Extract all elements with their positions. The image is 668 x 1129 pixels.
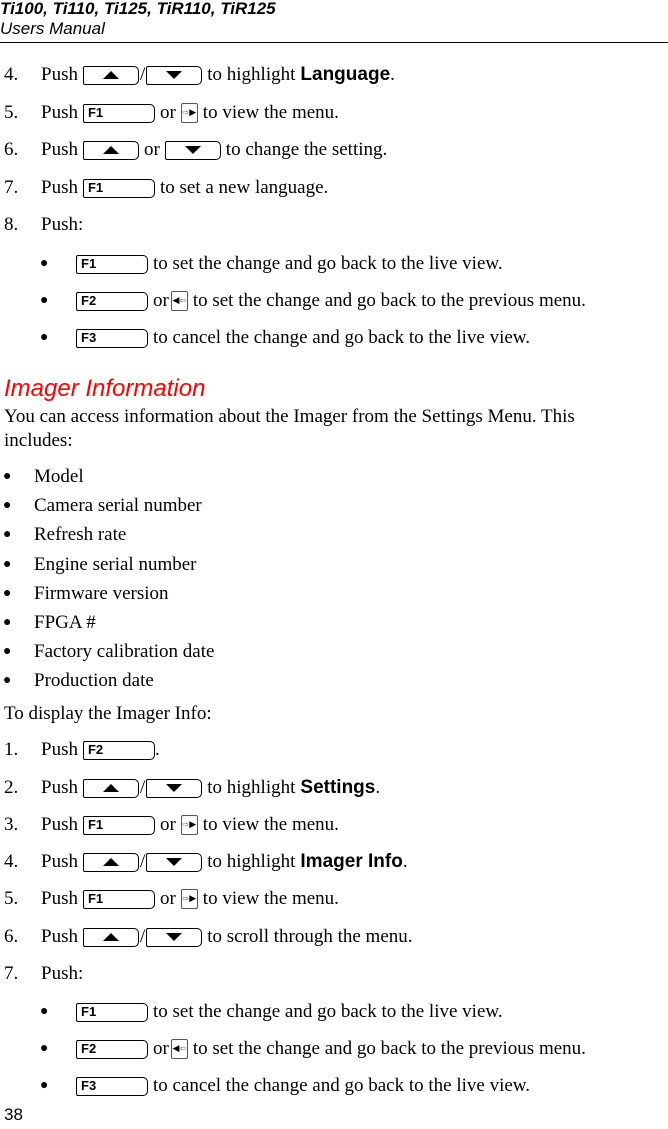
f1-key-icon: F1 xyxy=(82,178,155,198)
step-text: Push: xyxy=(41,963,84,984)
f2-key-icon: F2 xyxy=(76,291,148,311)
f1-key-icon: F1 xyxy=(82,889,155,909)
display-intro: To display the Imager Info: xyxy=(4,703,212,724)
down-arrow-key-icon xyxy=(146,927,203,947)
step-number: 5. xyxy=(4,102,19,123)
bullet-icon: ● xyxy=(40,1041,49,1056)
right-nav-key-icon: ⇨ ▶ xyxy=(180,103,198,123)
bullet-icon: ● xyxy=(3,557,12,572)
up-arrow-key-icon xyxy=(82,778,139,798)
step-text: Push: xyxy=(41,214,84,235)
manual-subtitle: Users Manual xyxy=(0,19,105,38)
option-text: to cancel the change and go back to the … xyxy=(153,1075,531,1096)
push-label: Push xyxy=(41,814,78,835)
up-arrow-key-icon xyxy=(82,852,139,872)
push-label: Push xyxy=(41,851,78,872)
menu-item-name: Settings xyxy=(300,777,376,798)
step-text: to change the setting. xyxy=(225,139,388,160)
bullet-icon: ● xyxy=(40,330,49,345)
f1-key-icon: F1 xyxy=(76,254,148,274)
bullet-icon: ● xyxy=(40,293,49,308)
step-number: 3. xyxy=(4,814,19,835)
right-nav-key-icon: ⇨ ▶ xyxy=(180,815,198,835)
step-text: to highlight xyxy=(207,851,296,872)
f1-key-icon: F1 xyxy=(82,103,155,123)
step-number: 7. xyxy=(4,177,19,198)
push-label: Push xyxy=(41,888,78,909)
step-number: 7. xyxy=(4,963,19,984)
f2-key-icon: F2 xyxy=(76,1039,148,1059)
step-number: 8. xyxy=(4,214,19,235)
push-label: Push xyxy=(41,777,78,798)
option-text: to set the change and go back to the liv… xyxy=(153,1001,503,1022)
bullet-icon: ● xyxy=(3,586,12,601)
option-text: to set the change and go back to the pre… xyxy=(192,290,586,311)
step-number: 4. xyxy=(4,851,19,872)
step-text: to view the menu. xyxy=(202,102,339,123)
step-text: to scroll through the menu. xyxy=(207,926,413,947)
step-text: to set a new language. xyxy=(159,177,329,198)
step-text: to view the menu. xyxy=(202,888,339,909)
step-number: 6. xyxy=(4,139,19,160)
bullet-icon: ● xyxy=(3,615,12,630)
down-arrow-key-icon xyxy=(146,778,203,798)
left-nav-key-icon: ◀ ⇦ xyxy=(170,1039,188,1059)
f1-key-icon: F1 xyxy=(76,1002,148,1022)
push-label: Push xyxy=(41,64,78,85)
step-text: to highlight xyxy=(207,777,296,798)
right-nav-key-icon: ⇨ ▶ xyxy=(180,889,198,909)
option-text: to cancel the change and go back to the … xyxy=(153,327,531,348)
option-text: to set the change and go back to the pre… xyxy=(192,1038,586,1059)
push-label: Push xyxy=(41,102,78,123)
down-arrow-key-icon xyxy=(146,65,203,85)
step-number: 2. xyxy=(4,777,19,798)
bullet-icon: ● xyxy=(3,644,12,659)
up-arrow-key-icon xyxy=(82,65,139,85)
f3-key-icon: F3 xyxy=(76,328,148,348)
up-arrow-key-icon xyxy=(82,140,139,160)
manual-product-title: Ti100, Ti110, Ti125, TiR110, TiR125 xyxy=(0,0,276,18)
step-number: 4. xyxy=(4,64,19,85)
f2-key-icon: F2 xyxy=(82,740,155,760)
bullet-icon: ● xyxy=(3,498,12,513)
left-nav-key-icon: ◀ ⇦ xyxy=(170,291,188,311)
option-text: to set the change and go back to the liv… xyxy=(153,253,503,274)
step-number: 1. xyxy=(4,739,19,760)
f1-key-icon: F1 xyxy=(82,815,155,835)
down-arrow-key-icon xyxy=(146,852,203,872)
down-arrow-key-icon xyxy=(164,140,221,160)
section-intro: You can access information about the Ima… xyxy=(4,406,575,451)
push-label: Push xyxy=(41,926,78,947)
push-label: Push xyxy=(41,139,78,160)
menu-item-name: Imager Info xyxy=(300,851,403,872)
up-arrow-key-icon xyxy=(82,927,139,947)
step-text: to highlight xyxy=(207,64,296,85)
push-label: Push xyxy=(41,739,78,760)
header-rule xyxy=(0,42,668,43)
step-number: 5. xyxy=(4,888,19,909)
step-number: 6. xyxy=(4,926,19,947)
step-text: to view the menu. xyxy=(202,814,339,835)
push-label: Push xyxy=(41,177,78,198)
bullet-icon: ● xyxy=(40,1004,49,1019)
bullet-icon: ● xyxy=(40,256,49,271)
menu-item-name: Language xyxy=(300,64,391,85)
section-title: Imager Information xyxy=(4,375,206,402)
bullet-icon: ● xyxy=(40,1078,49,1093)
f3-key-icon: F3 xyxy=(76,1076,148,1096)
bullet-icon: ● xyxy=(3,469,12,484)
bullet-icon: ● xyxy=(3,527,12,542)
bullet-icon: ● xyxy=(3,673,12,688)
page-number: 38 xyxy=(4,1105,23,1124)
